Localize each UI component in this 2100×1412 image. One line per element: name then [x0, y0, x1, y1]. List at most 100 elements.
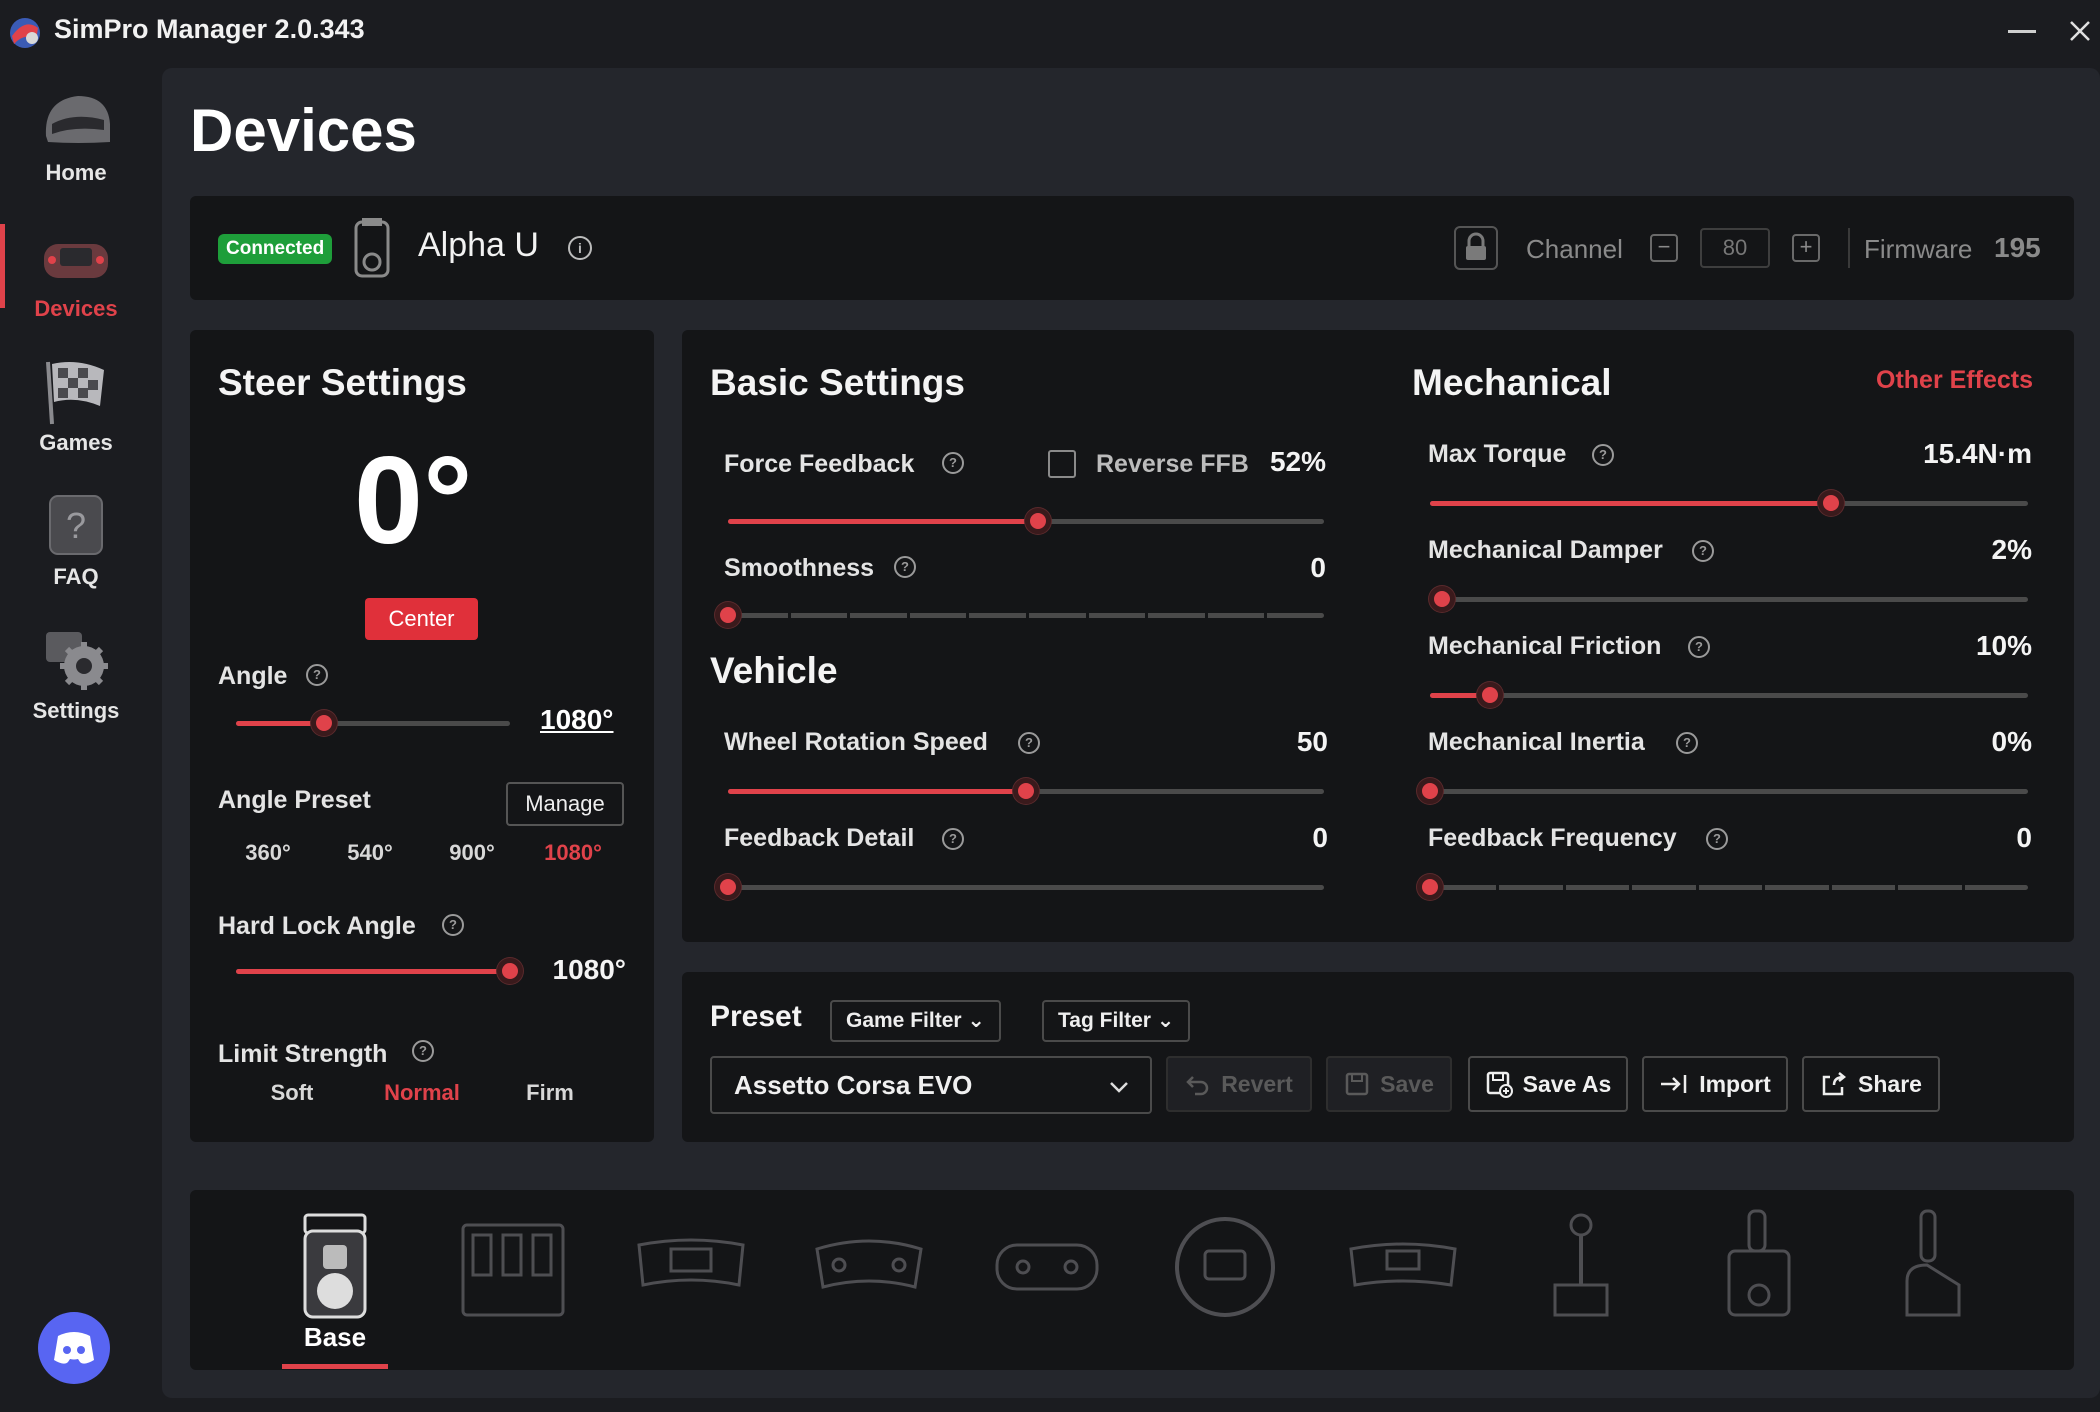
import-button[interactable]: Import: [1642, 1056, 1788, 1112]
damper-label: Mechanical Damper: [1428, 536, 1663, 564]
device-slot-formula-wheel[interactable]: [626, 1200, 756, 1350]
help-icon[interactable]: ?: [942, 452, 964, 474]
save-as-label: Save As: [1522, 1070, 1612, 1097]
help-icon[interactable]: ?: [306, 664, 328, 686]
save-button[interactable]: Save: [1326, 1056, 1452, 1112]
device-slot-pedals[interactable]: [448, 1200, 578, 1350]
slider-handle[interactable]: [1476, 682, 1503, 708]
preset-option-900[interactable]: 900°: [436, 840, 508, 866]
tag-filter-dropdown[interactable]: Tag Filter ⌄: [1042, 1000, 1191, 1042]
share-button[interactable]: Share: [1802, 1056, 1940, 1112]
limit-option-soft[interactable]: Soft: [252, 1080, 332, 1106]
reverse-ffb-checkbox[interactable]: [1048, 450, 1076, 478]
smoothness-slider[interactable]: [715, 602, 1324, 628]
slider-tick: [1496, 883, 1500, 892]
slider-handle[interactable]: [1417, 874, 1443, 900]
slider-handle[interactable]: [715, 874, 741, 900]
discord-button[interactable]: [38, 1312, 110, 1384]
max-torque-slider[interactable]: [1430, 490, 2028, 516]
slider-track[interactable]: [1430, 693, 2028, 698]
help-icon[interactable]: ?: [1688, 636, 1710, 658]
slider-handle[interactable]: [1817, 490, 1844, 516]
force-feedback-label: Force Feedback: [724, 450, 915, 478]
slider-tick: [1895, 883, 1899, 892]
sidebar-item-games[interactable]: Games: [0, 346, 152, 464]
sidebar-item-home[interactable]: Home: [0, 76, 152, 194]
slider-handle[interactable]: [497, 958, 523, 984]
device-slot-round-wheel[interactable]: [1160, 1200, 1290, 1350]
channel-label: Channel: [1526, 234, 1623, 264]
slider-handle[interactable]: [1417, 778, 1443, 804]
help-icon[interactable]: ?: [942, 828, 964, 850]
hard-lock-slider[interactable]: [236, 958, 523, 984]
friction-slider[interactable]: [1430, 682, 2028, 708]
wheel-icon: [44, 244, 108, 278]
angle-slider[interactable]: [236, 710, 510, 736]
damper-slider[interactable]: [1428, 586, 2028, 612]
device-slot-shifter[interactable]: [1516, 1200, 1646, 1350]
slider-track[interactable]: [1430, 597, 2028, 602]
angle-preset-label: Angle Preset: [218, 786, 371, 814]
slider-track[interactable]: [1430, 885, 2028, 890]
lock-button[interactable]: [1454, 226, 1498, 270]
info-icon[interactable]: i: [568, 236, 592, 260]
slider-tick: [1961, 883, 1965, 892]
slider-fill: [1430, 501, 1831, 506]
help-icon[interactable]: ?: [1676, 732, 1698, 754]
slider-tick: [1828, 883, 1832, 892]
sidebar-item-devices[interactable]: Devices: [0, 212, 152, 330]
manage-button[interactable]: Manage: [506, 782, 624, 826]
feedback-detail-slider[interactable]: [715, 874, 1324, 900]
minimize-icon[interactable]: [2008, 30, 2036, 33]
help-icon[interactable]: ?: [1592, 444, 1614, 466]
sidebar-item-settings[interactable]: Settings: [0, 614, 152, 732]
angle-value[interactable]: 1080°: [540, 704, 614, 736]
channel-increment-button[interactable]: +: [1792, 234, 1820, 262]
revert-button[interactable]: Revert: [1166, 1056, 1312, 1112]
help-icon[interactable]: ?: [442, 914, 464, 936]
feedback-frequency-slider[interactable]: [1417, 874, 2028, 900]
save-as-button[interactable]: Save As: [1468, 1056, 1628, 1112]
force-feedback-slider[interactable]: [728, 508, 1324, 534]
center-button[interactable]: Center: [365, 598, 478, 640]
question-icon: ?: [49, 495, 103, 555]
help-icon[interactable]: ?: [894, 556, 916, 578]
sidebar-item-faq[interactable]: ? FAQ: [0, 480, 152, 598]
share-label: Share: [1858, 1070, 1922, 1097]
channel-decrement-button[interactable]: −: [1650, 234, 1678, 262]
wheel-rotation-slider[interactable]: [728, 778, 1324, 804]
device-slot-gt-wheel[interactable]: [804, 1200, 934, 1350]
device-slot-wheel-rim[interactable]: [982, 1200, 1112, 1350]
limit-option-firm[interactable]: Firm: [510, 1080, 590, 1106]
preset-option-360[interactable]: 360°: [232, 840, 304, 866]
slider-handle[interactable]: [1024, 508, 1051, 534]
preset-select[interactable]: Assetto Corsa EVO: [710, 1056, 1152, 1114]
channel-input[interactable]: 80: [1700, 228, 1770, 268]
sidebar-item-label: Home: [45, 160, 107, 185]
device-slot-formula-rim[interactable]: [1338, 1200, 1468, 1350]
help-icon[interactable]: ?: [1706, 828, 1728, 850]
firmware-label: Firmware: [1864, 234, 1973, 264]
slider-track[interactable]: [728, 885, 1324, 890]
slider-handle[interactable]: [715, 602, 741, 628]
help-icon[interactable]: ?: [1018, 732, 1040, 754]
slider-handle[interactable]: [1013, 778, 1039, 804]
device-slot-handbrake[interactable]: [1872, 1200, 2002, 1350]
help-icon[interactable]: ?: [412, 1040, 434, 1062]
inertia-slider[interactable]: [1417, 778, 2028, 804]
slider-track[interactable]: [1430, 789, 2028, 794]
close-icon[interactable]: [2063, 14, 2097, 48]
game-filter-dropdown[interactable]: Game Filter ⌄: [830, 1000, 1001, 1042]
slider-tick: [1085, 611, 1089, 620]
slider-handle[interactable]: [1428, 586, 1455, 612]
angle-label: Angle: [218, 662, 288, 690]
preset-option-540[interactable]: 540°: [334, 840, 406, 866]
device-slot-sequential-shifter[interactable]: [1694, 1200, 1824, 1350]
help-icon[interactable]: ?: [1692, 540, 1714, 562]
preset-option-1080[interactable]: 1080°: [536, 840, 610, 866]
limit-option-normal[interactable]: Normal: [372, 1080, 472, 1106]
current-angle: 0°: [354, 432, 473, 570]
other-effects-link[interactable]: Other Effects: [1876, 366, 2033, 395]
damper-value: 2%: [1991, 534, 2032, 565]
slider-handle[interactable]: [310, 710, 337, 736]
